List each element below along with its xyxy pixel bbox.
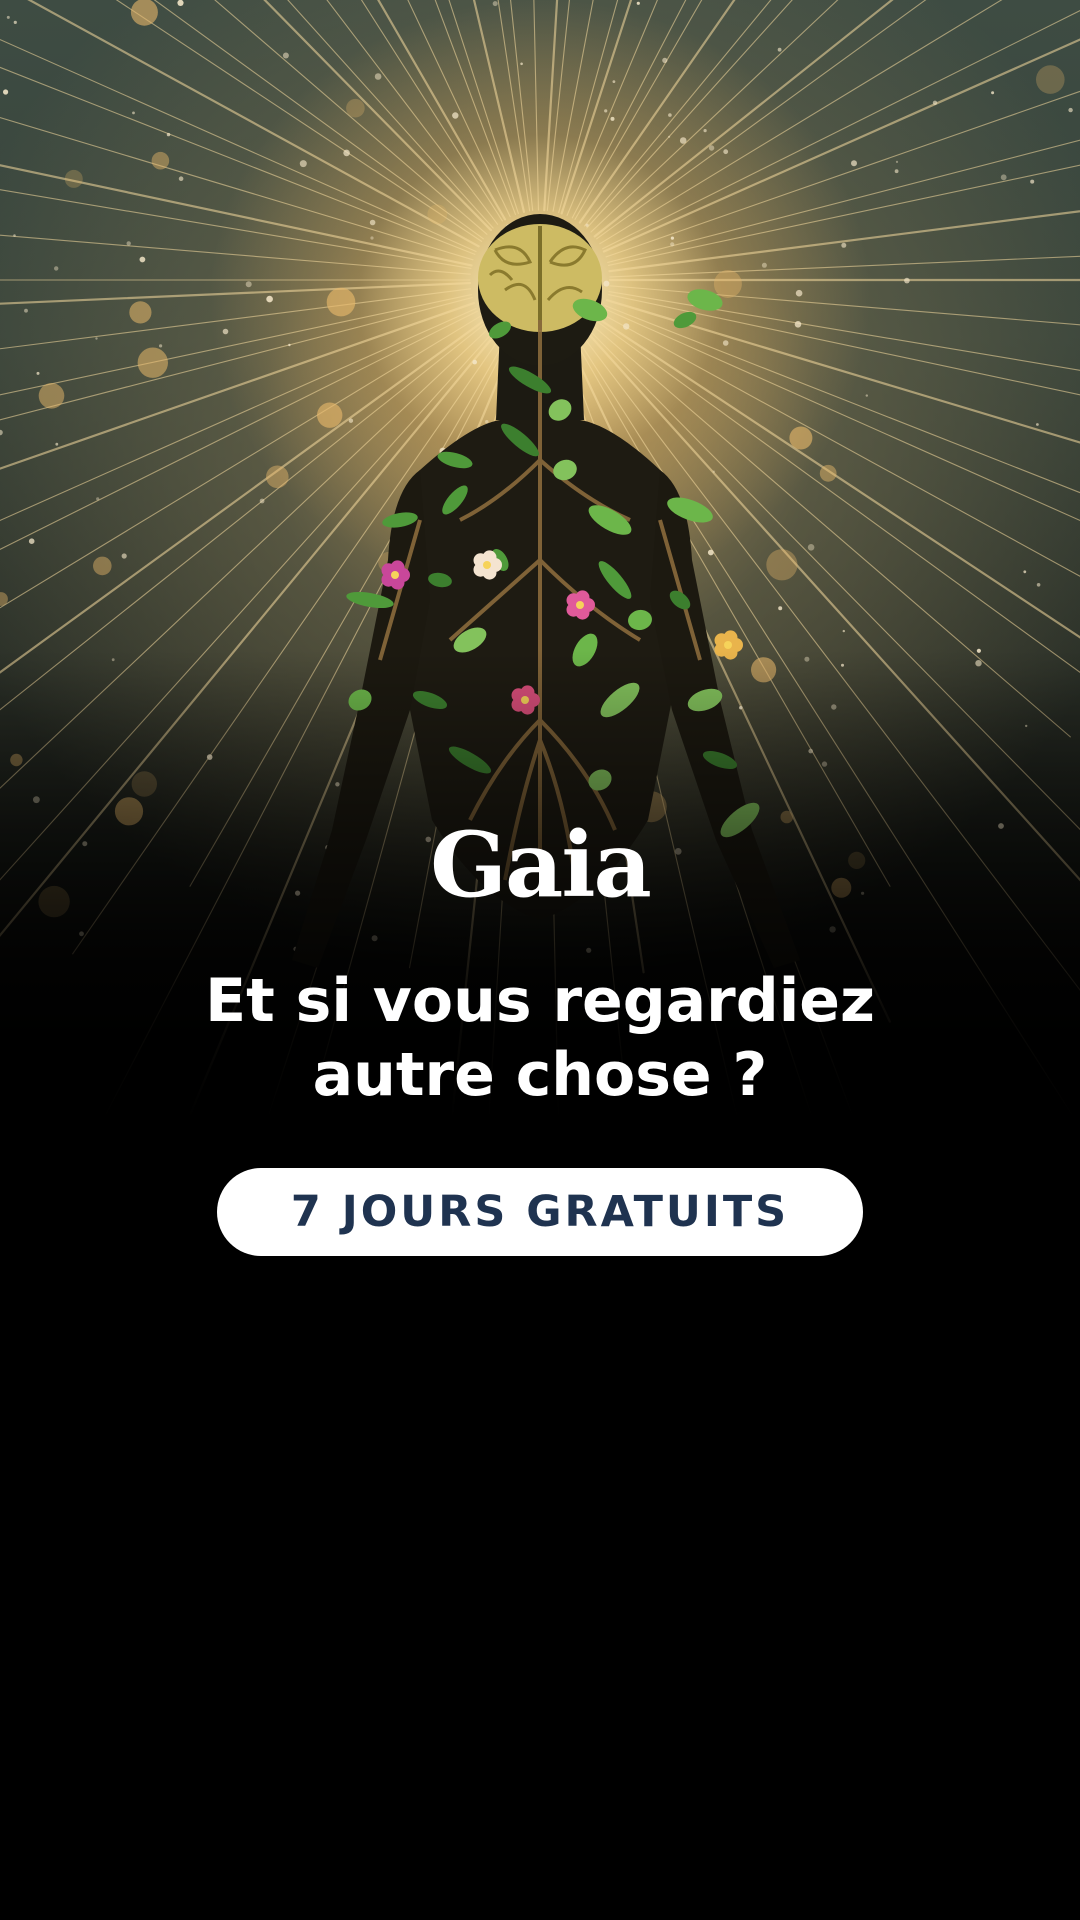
- hero-fade-overlay: [0, 0, 1080, 1120]
- promo-headline: Et si vous regardiez autre chose ?: [0, 964, 1080, 1112]
- headline-line-2: autre chose ?: [312, 1040, 768, 1110]
- gaia-logo: Gaia: [430, 812, 652, 918]
- hero-artwork: [0, 0, 1080, 1120]
- free-trial-button[interactable]: 7 JOURS GRATUITS: [217, 1168, 863, 1256]
- promo-screen: Gaia Et si vous regardiez autre chose ? …: [0, 0, 1080, 1920]
- headline-line-1: Et si vous regardiez: [205, 966, 875, 1036]
